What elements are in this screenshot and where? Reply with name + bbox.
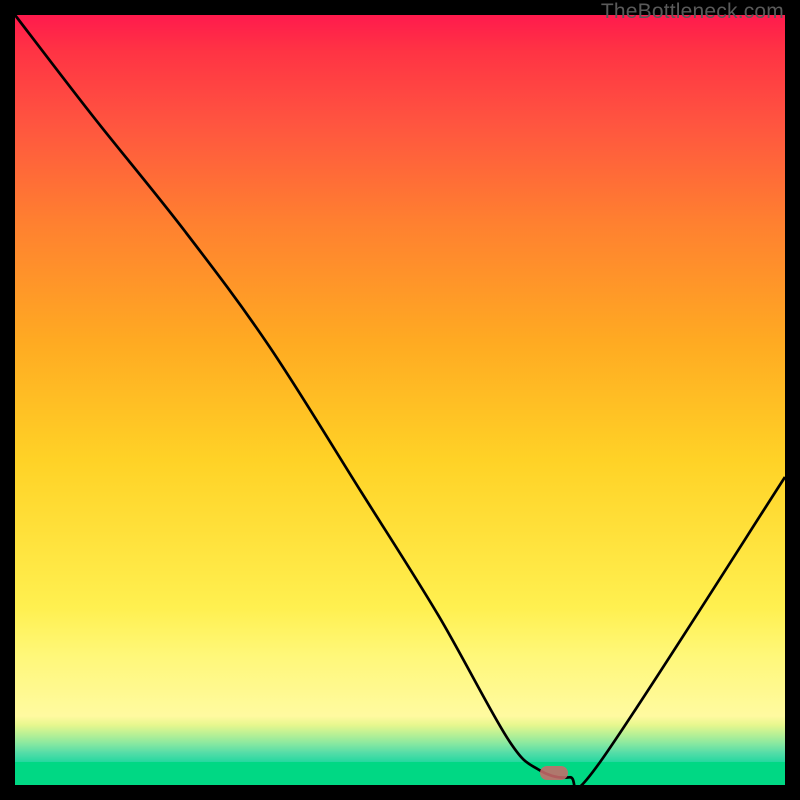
bottleneck-curve — [15, 15, 785, 785]
curve-path — [15, 15, 785, 789]
optimum-marker — [540, 766, 568, 780]
chart-stage: { "watermark": "TheBottleneck.com", "col… — [0, 0, 800, 800]
watermark-text: TheBottleneck.com — [601, 0, 784, 24]
plot-area — [15, 15, 785, 785]
